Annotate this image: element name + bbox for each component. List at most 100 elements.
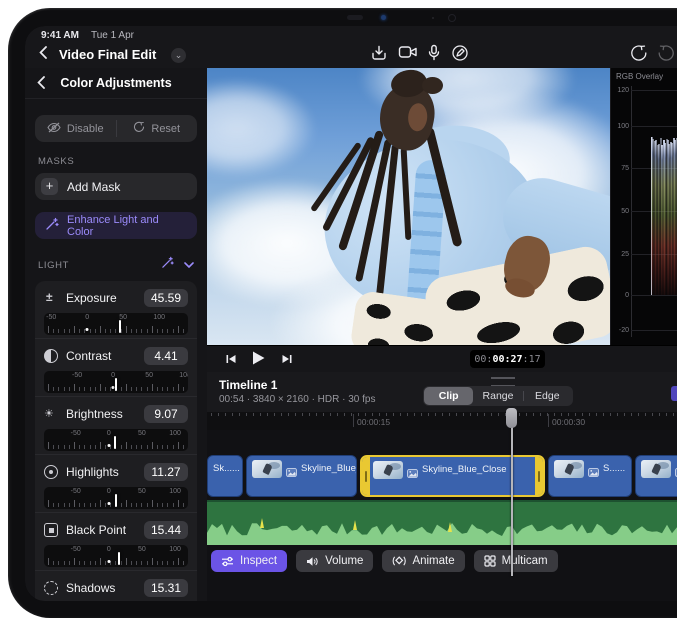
slider-ruler[interactable]: -50050100 (44, 313, 188, 335)
timeline-clip-skyline-blue-wide[interactable]: Skyline_Blue_Wide (246, 455, 357, 497)
add-mask-button[interactable]: + Add Mask (35, 173, 197, 200)
toolbar-button-label: Inspect (240, 555, 277, 567)
scope-gridline (631, 330, 677, 331)
play-button[interactable] (251, 350, 266, 371)
clip-thumbnail (554, 460, 584, 478)
timeline-clip[interactable] (635, 455, 677, 497)
ipad-device-frame: 9:41 AM Tue 1 Apr Video Final Edit ⌄ (8, 8, 677, 618)
volume-button[interactable]: Volume (296, 550, 373, 572)
slider-value[interactable]: 4.41 (144, 347, 188, 365)
scale-tick-label: -50 (72, 372, 82, 379)
timeline-clip-s[interactable]: S...... (548, 455, 632, 497)
panel-back-chevron-icon[interactable] (37, 76, 45, 94)
slider-value[interactable]: 15.31 (144, 579, 188, 597)
disable-button[interactable]: Disable (35, 115, 116, 142)
volume-icon (306, 556, 319, 567)
clip-thumbnail (252, 460, 282, 478)
eye-off-icon (47, 122, 61, 136)
scope-tick-label: 75 (621, 165, 629, 172)
color-adjustments-panel: Color Adjustments Disable (25, 68, 208, 601)
scope-gridline (631, 90, 677, 91)
mode-clip[interactable]: Clip (424, 387, 473, 405)
auto-enhance-wand-icon[interactable] (161, 256, 174, 274)
redo-icon[interactable] (657, 44, 677, 64)
enhance-label: Enhance Light and Color (67, 214, 187, 238)
timeline-name: Timeline 1 (219, 378, 277, 392)
mode-range[interactable]: Range (473, 387, 522, 405)
inspect-icon (221, 556, 234, 567)
playhead[interactable] (506, 408, 517, 576)
slider-ruler[interactable]: -50050100 (44, 371, 188, 393)
toolbar-button-label: Animate (412, 555, 454, 567)
slider-ruler[interactable]: -50050100 (44, 487, 188, 509)
skip-to-end-icon[interactable] (281, 352, 293, 370)
multicam-icon (484, 555, 496, 567)
clip-name: S...... (603, 463, 625, 474)
reset-label: Reset (151, 123, 180, 135)
slider-row-black-point: Black Point15.44-50050100 (35, 513, 197, 571)
slider-value[interactable]: 9.07 (144, 405, 188, 423)
video-preview[interactable] (207, 68, 610, 345)
disable-reset-group: Disable Reset (35, 115, 197, 142)
inspect-button[interactable]: Inspect (211, 550, 287, 572)
scope-tick-label: 50 (621, 207, 629, 214)
magic-wand-icon (45, 217, 59, 234)
photo-icon (286, 464, 297, 482)
light-section-header: LIGHT (38, 257, 194, 273)
slider-needle[interactable] (115, 378, 117, 391)
project-chevron-down-icon[interactable]: ⌄ (171, 48, 186, 63)
status-time: 9:41 AM (41, 30, 79, 41)
slider-needle[interactable] (114, 436, 116, 449)
video-track: Sk......Skyline_Blue_WideSkyline_Blue_Cl… (207, 455, 677, 497)
playback-bar: 00:00:27:17 (207, 345, 677, 374)
screen: 9:41 AM Tue 1 Apr Video Final Edit ⌄ (25, 26, 677, 601)
subject-hair-bun (422, 77, 443, 94)
camera-icon[interactable] (398, 44, 418, 64)
timeline-clip-sk[interactable]: Sk...... (207, 455, 243, 497)
slider-row-contrast: Contrast4.41-50050100 (35, 339, 197, 397)
back-chevron-icon[interactable] (39, 46, 47, 64)
animate-icon (392, 555, 406, 567)
scope-tick-label: 120 (617, 87, 629, 94)
scope-gridline (631, 126, 677, 127)
reset-button[interactable]: Reset (117, 115, 198, 142)
mode-edge[interactable]: Edge (523, 387, 572, 405)
slider-needle[interactable] (119, 320, 121, 333)
add-mask-label: Add Mask (67, 180, 120, 194)
enhance-light-color-button[interactable]: Enhance Light and Color (35, 212, 197, 239)
slider-value[interactable]: 11.27 (144, 463, 188, 481)
slider-value[interactable]: 45.59 (144, 289, 188, 307)
skip-to-start-icon[interactable] (225, 352, 237, 370)
pencil-tools-icon[interactable] (451, 44, 471, 64)
clipped-edge-button[interactable] (671, 386, 677, 401)
slider-ruler[interactable]: -50050100 (44, 429, 188, 451)
timeline-clip-skyline-blue-close[interactable]: Skyline_Blue_Close (360, 455, 545, 497)
slider-origin-dot (107, 444, 110, 447)
mic-icon[interactable] (427, 44, 447, 64)
scale-tick-label: -50 (71, 546, 81, 553)
clip-thumbnail (373, 461, 403, 479)
slider-row-exposure: Exposure45.59-50050100 (35, 281, 197, 339)
slider-ruler[interactable]: -50050100 (44, 545, 188, 567)
slider-row-brightness: Brightness9.07-50050100 (35, 397, 197, 455)
slider-needle[interactable] (118, 552, 120, 565)
scale-tick-label: 100 (153, 314, 165, 321)
slider-value[interactable]: 15.44 (144, 521, 188, 539)
undo-icon[interactable] (630, 44, 650, 64)
panel-title: Color Adjustments (60, 76, 171, 90)
project-title[interactable]: Video Final Edit (59, 47, 156, 62)
scale-tick-label: 50 (138, 488, 146, 495)
audio-track[interactable] (207, 500, 677, 545)
timecode-display[interactable]: 00:00:27:17 (470, 350, 545, 368)
timeline-ruler[interactable]: 00:00:1500:00:30 (207, 412, 677, 430)
animate-button[interactable]: Animate (382, 550, 464, 572)
import-icon[interactable] (370, 44, 390, 64)
top-chrome: 9:41 AM Tue 1 Apr Video Final Edit ⌄ (25, 26, 677, 69)
scale-tick-label: 0 (107, 546, 111, 553)
sensor-ring (448, 14, 456, 22)
playhead-handle[interactable] (506, 408, 517, 428)
masks-heading: MASKS (38, 156, 194, 167)
slider-needle[interactable] (115, 494, 117, 507)
collapse-chevron-down-icon[interactable] (184, 260, 194, 271)
light-sliders: Exposure45.59-50050100Contrast4.41-50050… (35, 281, 197, 601)
